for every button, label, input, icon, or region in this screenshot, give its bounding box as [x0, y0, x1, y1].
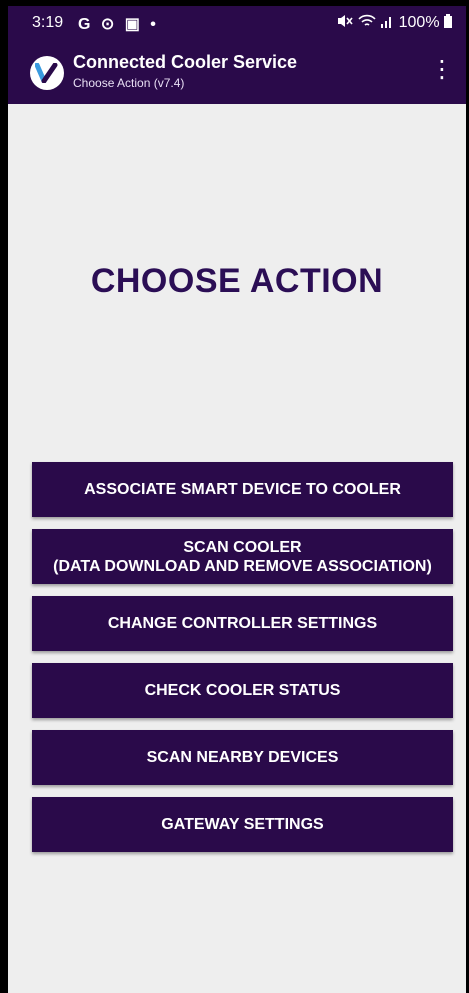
button-label-secondary: (DATA DOWNLOAD AND REMOVE ASSOCIATION) — [53, 557, 432, 575]
wifi-icon — [358, 14, 376, 26]
change-controller-settings-button[interactable]: CHANGE CONTROLLER SETTINGS — [32, 596, 453, 651]
button-label: CHECK COOLER STATUS — [144, 682, 341, 699]
scan-cooler-button[interactable]: SCAN COOLER (DATA DOWNLOAD AND REMOVE AS… — [32, 529, 453, 584]
battery-percent: 100% — [398, 14, 440, 31]
scan-nearby-devices-button[interactable]: SCAN NEARBY DEVICES — [32, 730, 453, 785]
app-subtitle: Choose Action (v7.4) — [73, 76, 185, 90]
app-bar: Connected Cooler Service Choose Action (… — [8, 40, 466, 104]
button-label: ASSOCIATE SMART DEVICE TO COOLER — [84, 481, 401, 498]
button-label: SCAN NEARBY DEVICES — [146, 749, 339, 766]
gateway-settings-button[interactable]: GATEWAY SETTINGS — [32, 797, 453, 852]
battery-icon — [444, 14, 452, 28]
status-time: 3:19 — [32, 14, 64, 31]
app-logo-icon — [30, 56, 64, 90]
status-right: 100% — [337, 14, 452, 32]
button-label: GATEWAY SETTINGS — [161, 816, 324, 833]
button-label: CHANGE CONTROLLER SETTINGS — [107, 615, 378, 632]
associate-smart-device-button[interactable]: ASSOCIATE SMART DEVICE TO COOLER — [32, 462, 453, 517]
button-label: SCAN COOLER — [183, 538, 302, 556]
app-title: Connected Cooler Service — [73, 52, 298, 72]
overflow-menu-icon[interactable]: ⋮ — [430, 58, 454, 82]
check-cooler-status-button[interactable]: CHECK COOLER STATUS — [32, 663, 453, 718]
notification-icons: G ⊙ ▣ • — [78, 16, 159, 33]
page-title: CHOOSE ACTION — [90, 262, 384, 300]
mute-icon — [338, 15, 353, 27]
status-bar: 3:19 G ⊙ ▣ • 100% — [8, 6, 466, 40]
signal-icon — [381, 17, 392, 28]
